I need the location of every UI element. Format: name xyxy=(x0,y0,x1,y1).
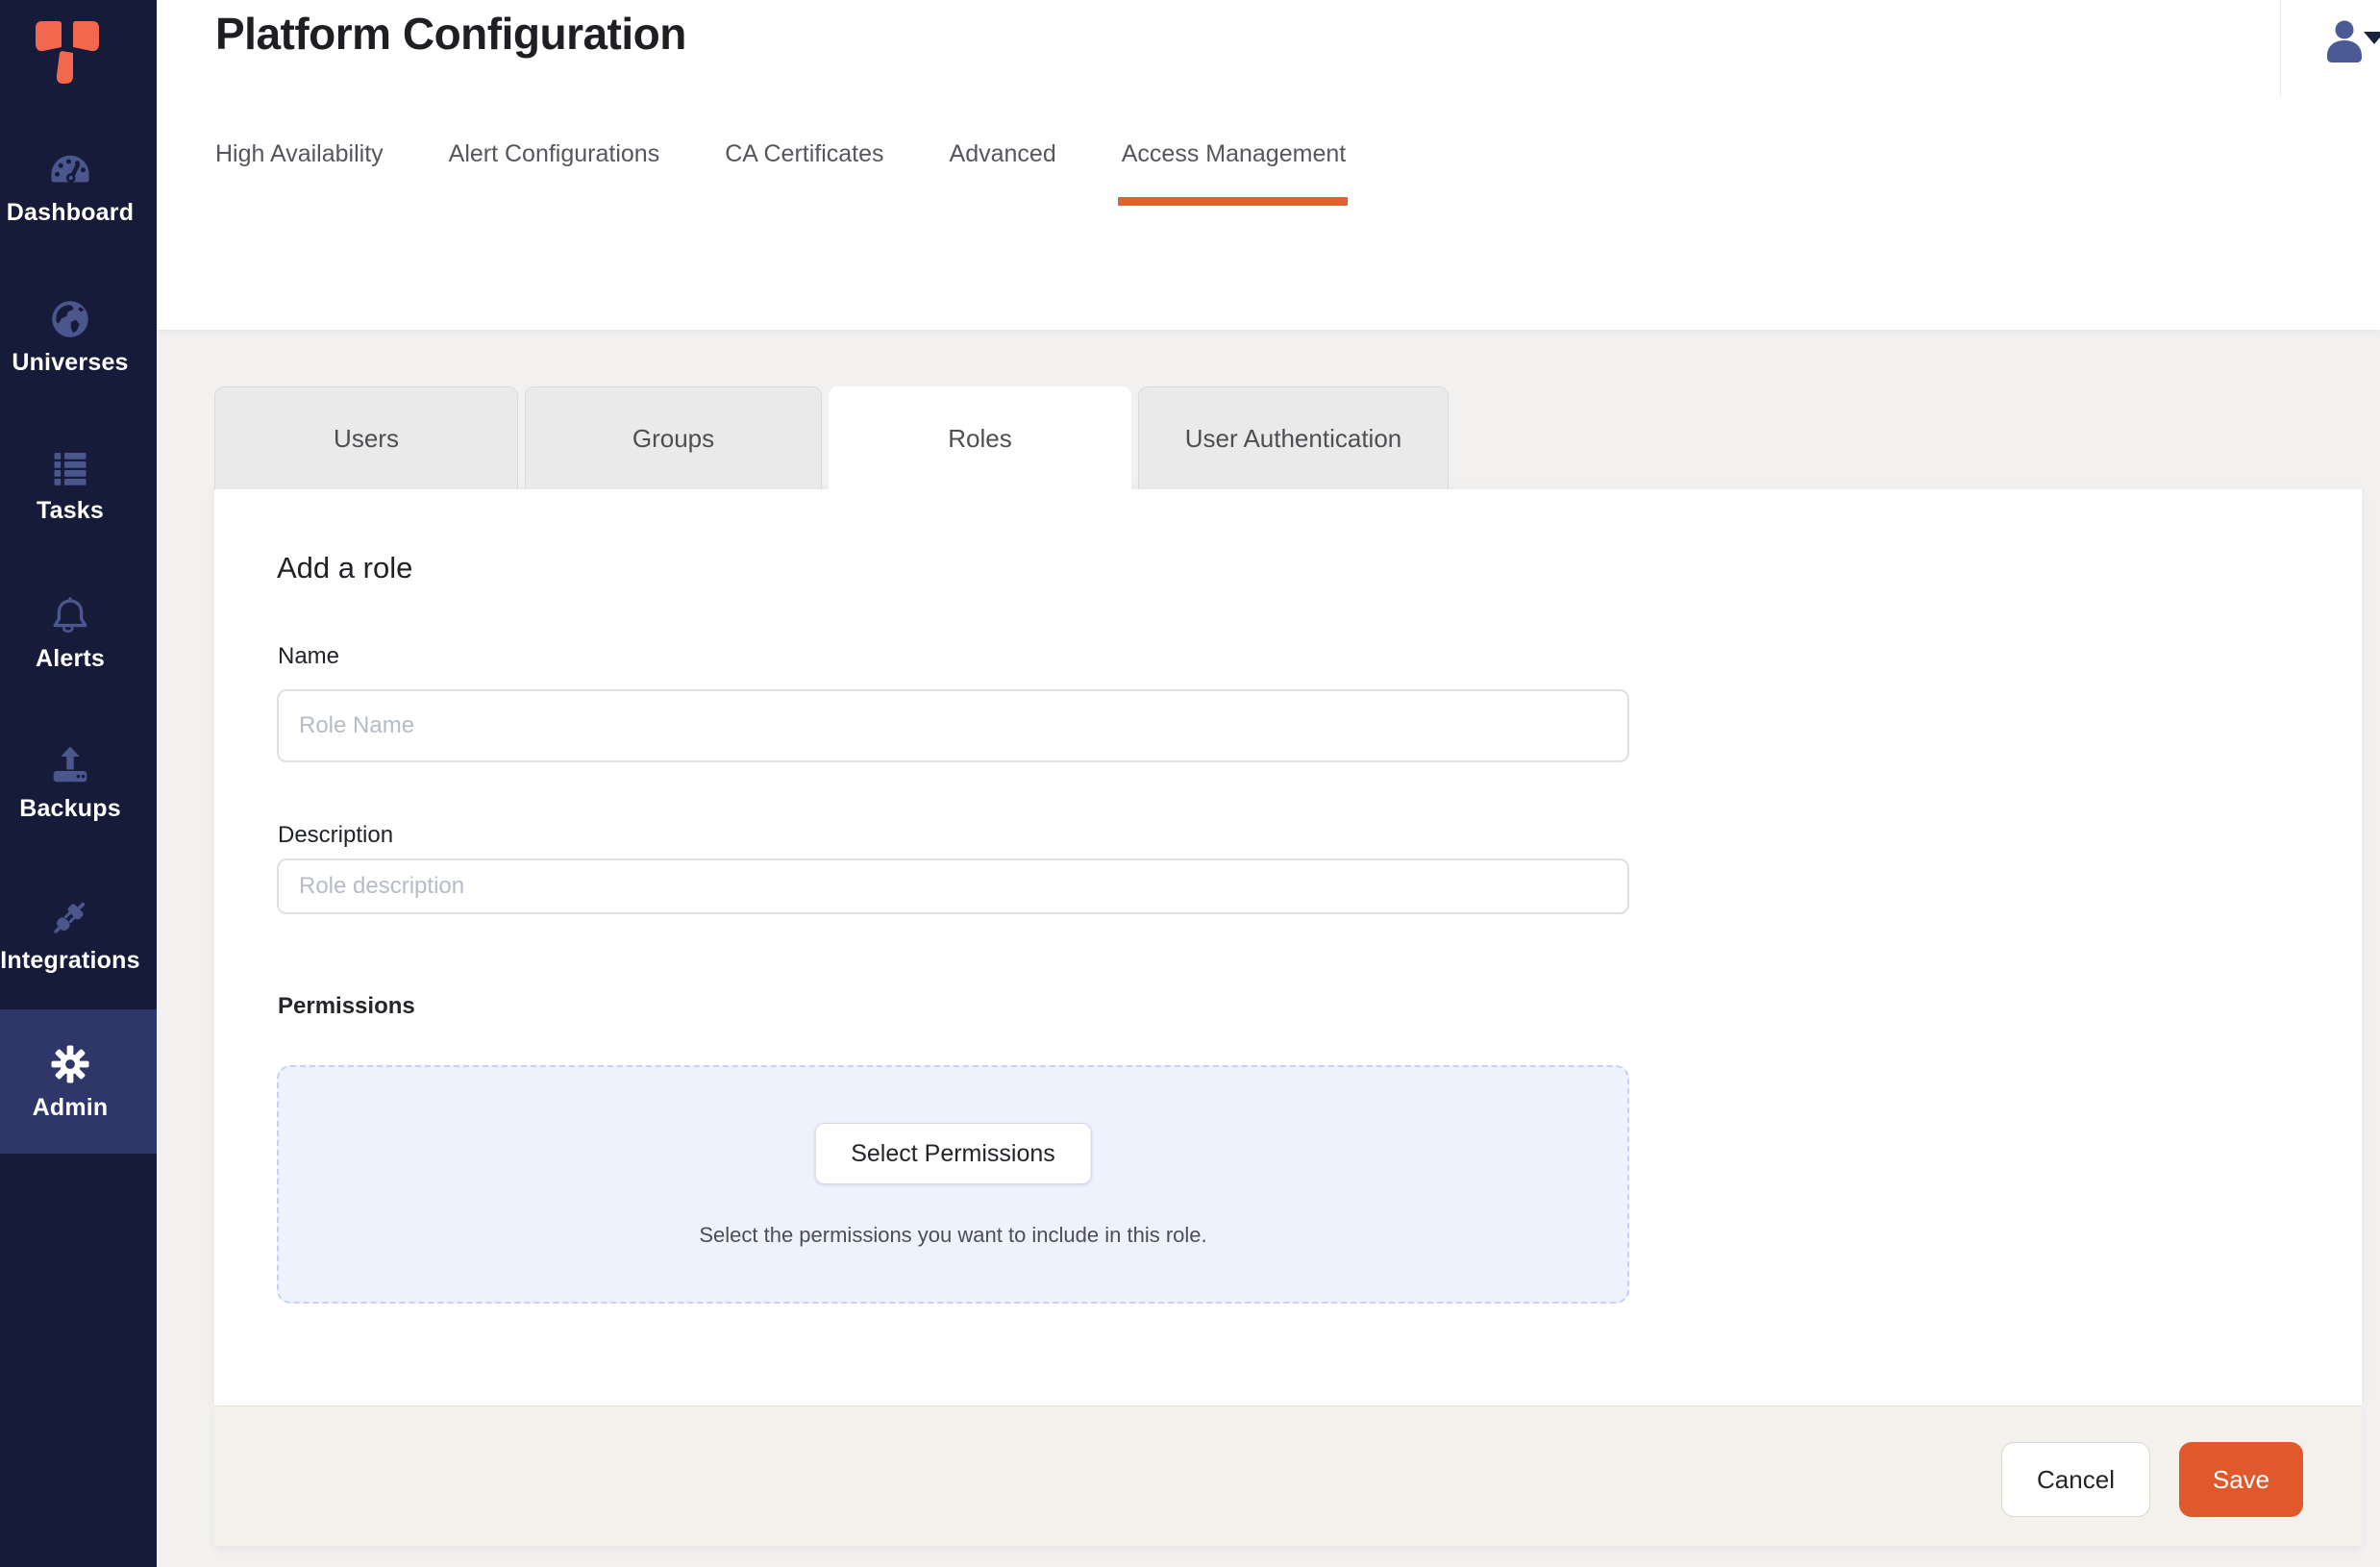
tab-access-management[interactable]: Access Management xyxy=(1122,138,1346,206)
role-name-input[interactable] xyxy=(277,689,1629,762)
tab-user-authentication[interactable]: User Authentication xyxy=(1138,386,1449,489)
page-header: Platform Configuration High Availability… xyxy=(157,0,2380,330)
tab-high-availability[interactable]: High Availability xyxy=(215,138,384,206)
tab-users[interactable]: Users xyxy=(214,386,518,489)
sidebar-item-alerts[interactable]: Alerts xyxy=(0,592,157,673)
sidebar-item-label: Universes xyxy=(12,349,128,377)
sidebar-item-label: Backups xyxy=(19,795,121,823)
sidebar-item-integrations[interactable]: Integrations xyxy=(0,894,157,975)
permissions-label: Permissions xyxy=(278,993,415,1020)
list-icon xyxy=(47,444,93,490)
gauge-icon xyxy=(47,146,93,192)
sidebar-item-label: Dashboard xyxy=(7,199,134,227)
yugabyte-logo-icon[interactable] xyxy=(36,21,99,85)
tab-ca-certificates[interactable]: CA Certificates xyxy=(725,138,883,206)
sidebar-item-admin[interactable]: Admin xyxy=(0,1009,157,1154)
cancel-button[interactable]: Cancel xyxy=(2001,1442,2150,1517)
sidebar-item-label: Admin xyxy=(33,1094,109,1122)
name-label: Name xyxy=(278,643,339,670)
roles-panel: Add a role Name Description Permissions … xyxy=(214,489,2362,1405)
gear-icon xyxy=(47,1041,93,1087)
sidebar-item-tasks[interactable]: Tasks xyxy=(0,444,157,525)
tab-groups[interactable]: Groups xyxy=(525,386,822,489)
user-avatar-icon[interactable] xyxy=(2321,17,2367,62)
tab-advanced[interactable]: Advanced xyxy=(950,138,1056,206)
tab-alert-configurations[interactable]: Alert Configurations xyxy=(449,138,660,206)
sidebar-item-label: Tasks xyxy=(37,497,104,525)
tab-roles[interactable]: Roles xyxy=(829,386,1131,490)
main-tabs: High Availability Alert Configurations C… xyxy=(215,138,1346,206)
form-footer: Cancel Save xyxy=(214,1405,2362,1546)
plug-icon xyxy=(47,894,93,940)
sidebar-item-dashboard[interactable]: Dashboard xyxy=(0,146,157,227)
page-title: Platform Configuration xyxy=(215,8,686,60)
form-heading: Add a role xyxy=(277,551,412,585)
role-description-input[interactable] xyxy=(277,858,1629,914)
select-permissions-button[interactable]: Select Permissions xyxy=(814,1123,1092,1184)
upload-icon xyxy=(47,742,93,788)
permissions-helper-text: Select the permissions you want to inclu… xyxy=(279,1223,1627,1248)
sidebar: Dashboard Universes Tasks xyxy=(0,0,157,1567)
sidebar-item-label: Integrations xyxy=(0,947,139,975)
chevron-down-icon[interactable] xyxy=(2364,32,2380,44)
save-button[interactable]: Save xyxy=(2179,1442,2303,1517)
globe-icon xyxy=(47,296,93,342)
bell-icon xyxy=(47,592,93,638)
sidebar-item-label: Alerts xyxy=(36,645,105,673)
header-divider xyxy=(2280,0,2281,96)
sidebar-item-universes[interactable]: Universes xyxy=(0,296,157,377)
sidebar-item-backups[interactable]: Backups xyxy=(0,742,157,823)
permissions-dropzone: Select Permissions Select the permission… xyxy=(277,1065,1629,1304)
description-label: Description xyxy=(278,822,393,849)
